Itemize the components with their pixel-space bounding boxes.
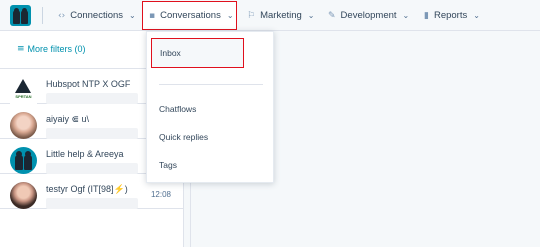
menu-divider (159, 84, 263, 85)
more-filters-label: More filters (0) (27, 44, 86, 54)
avatar (10, 182, 37, 209)
conversation-preview (46, 198, 138, 209)
nav-reports-label: Reports (433, 10, 468, 21)
conversation-name: testyr Ogf (IT[98]⚡) (46, 184, 128, 194)
wrench-icon: ✎ (328, 10, 336, 21)
conversation-timestamp: 12:08 (150, 190, 171, 199)
conversation-preview (46, 163, 138, 174)
avatar (10, 147, 37, 174)
more-filters-link[interactable]: ≡ More filters (0) (17, 44, 86, 54)
top-navigation-bar: ‹› Connections ⌄ ▪ Conversations ⌄ ⚐ Mar… (0, 0, 540, 31)
chevron-down-icon: ⌄ (226, 11, 234, 20)
nav-development-menu[interactable]: ✎ Development ⌄ (328, 0, 409, 31)
menu-item-chatflows[interactable]: Chatflows (147, 94, 273, 124)
conversation-name: aiyaiy ⋐ u\ (46, 114, 90, 124)
nav-development-label: Development (340, 10, 397, 21)
menu-item-tags[interactable]: Tags (147, 150, 273, 180)
megaphone-icon: ⚐ (247, 10, 256, 21)
nav-divider (42, 7, 43, 24)
chevron-down-icon: ⌄ (473, 11, 480, 20)
chevron-down-icon: ⌄ (402, 11, 410, 20)
nav-marketing-menu[interactable]: ⚐ Marketing ⌄ (247, 0, 315, 31)
nav-conversations-menu[interactable]: ▪ Conversations ⌄ (142, 1, 237, 30)
nav-connections-label: Connections (70, 10, 124, 21)
menu-item-quick-replies[interactable]: Quick replies (147, 122, 273, 152)
nav-conversations-label: Conversations (160, 10, 221, 21)
conversation-name: Little help & Areeya (46, 149, 124, 159)
chevron-down-icon: ⌄ (129, 11, 136, 20)
nav-connections-menu[interactable]: ‹› Connections ⌄ (58, 0, 136, 31)
avatar (10, 112, 37, 139)
conversations-dropdown-menu: Inbox Chatflows Quick replies Tags (146, 31, 274, 183)
nav-marketing-label: Marketing (260, 10, 302, 21)
avatar: SPRTAN (10, 77, 37, 104)
chat-icon: ▪ (149, 10, 156, 21)
conversation-preview (46, 93, 138, 104)
conversation-preview (46, 128, 138, 139)
conversation-name: Hubspot NTP X OGF (46, 79, 131, 89)
arrows-icon: ‹› (58, 10, 66, 21)
bar-chart-icon: ▮ (424, 10, 429, 21)
nav-reports-menu[interactable]: ▮ Reports ⌄ (424, 0, 480, 31)
app-logo-icon[interactable] (10, 5, 31, 26)
chevron-down-icon: ⌄ (307, 11, 315, 20)
filter-icon: ≡ (17, 44, 25, 54)
menu-item-inbox[interactable]: Inbox (151, 38, 244, 68)
